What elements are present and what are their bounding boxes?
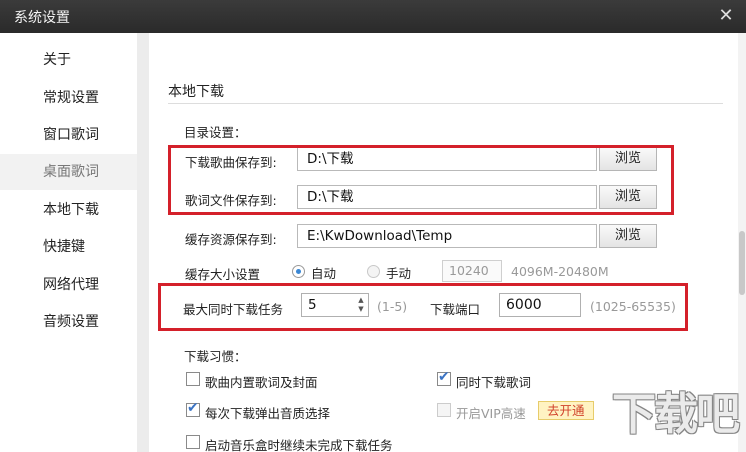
title-bar: 系统设置 ✕ — [0, 0, 746, 33]
scrollbar-thumb[interactable] — [739, 231, 745, 295]
vip-activate-badge[interactable]: 去开通 — [538, 401, 594, 420]
cache-path-input[interactable]: E:\KwDownload\Temp — [297, 224, 597, 248]
sidebar-separator — [137, 33, 149, 452]
sidebar-item-shortcuts[interactable]: 快捷键 — [0, 229, 137, 265]
highlight-box-tasks — [158, 283, 688, 331]
quality-popup-label: 每次下载弹出音质选择 — [205, 406, 331, 421]
window-title: 系统设置 — [14, 10, 70, 26]
embed-lyrics-checkbox[interactable] — [186, 372, 200, 386]
sidebar-item-window-lyrics[interactable]: 窗口歌词 — [0, 117, 137, 153]
watermark-logo: 下载吧 — [612, 389, 740, 440]
sidebar-item-audio[interactable]: 音频设置 — [0, 304, 137, 340]
cache-size-input[interactable]: 10240 — [442, 260, 502, 282]
close-icon[interactable]: ✕ — [714, 3, 738, 29]
cache-path-browse-button[interactable]: 浏览 — [599, 224, 657, 248]
section-title: 本地下载 — [168, 84, 224, 100]
resume-tasks-checkbox[interactable] — [186, 435, 200, 449]
embed-lyrics-label: 歌曲内置歌词及封面 — [205, 375, 318, 390]
sidebar-item-about[interactable]: 关于 — [0, 42, 137, 78]
sidebar-item-desktop-lyrics[interactable]: 桌面歌词 — [0, 154, 137, 190]
cache-size-label: 缓存大小设置 — [185, 267, 261, 282]
resume-tasks-label: 启动音乐盒时继续未完成下载任务 — [205, 438, 393, 452]
settings-sidebar: 关于 常规设置 窗口歌词 桌面歌词 本地下载 快捷键 网络代理 音频设置 — [0, 33, 137, 452]
vip-speed-label: 开启VIP高速 — [456, 406, 526, 421]
quality-popup-checkbox[interactable] — [186, 400, 200, 417]
directory-settings-title: 目录设置： — [184, 125, 247, 140]
cache-path-label: 缓存资源保存到: — [185, 232, 277, 247]
download-lyrics-label: 同时下载歌词 — [456, 375, 532, 390]
section-divider — [168, 103, 723, 104]
cache-size-auto-label: 自动 — [311, 266, 337, 281]
cache-size-auto-radio[interactable] — [292, 265, 305, 278]
vip-speed-checkbox[interactable] — [437, 403, 451, 417]
download-lyrics-checkbox[interactable] — [437, 369, 451, 386]
sidebar-item-general[interactable]: 常规设置 — [0, 80, 137, 116]
sidebar-item-local-download[interactable]: 本地下载 — [0, 192, 137, 228]
sidebar-item-proxy[interactable]: 网络代理 — [0, 267, 137, 303]
cache-size-manual-label: 手动 — [386, 266, 412, 281]
highlight-box-paths — [168, 145, 674, 215]
cache-size-manual-radio[interactable] — [367, 265, 380, 278]
cache-size-range: 4096M-20480M — [511, 264, 609, 279]
download-habits-title: 下载习惯： — [184, 349, 247, 364]
